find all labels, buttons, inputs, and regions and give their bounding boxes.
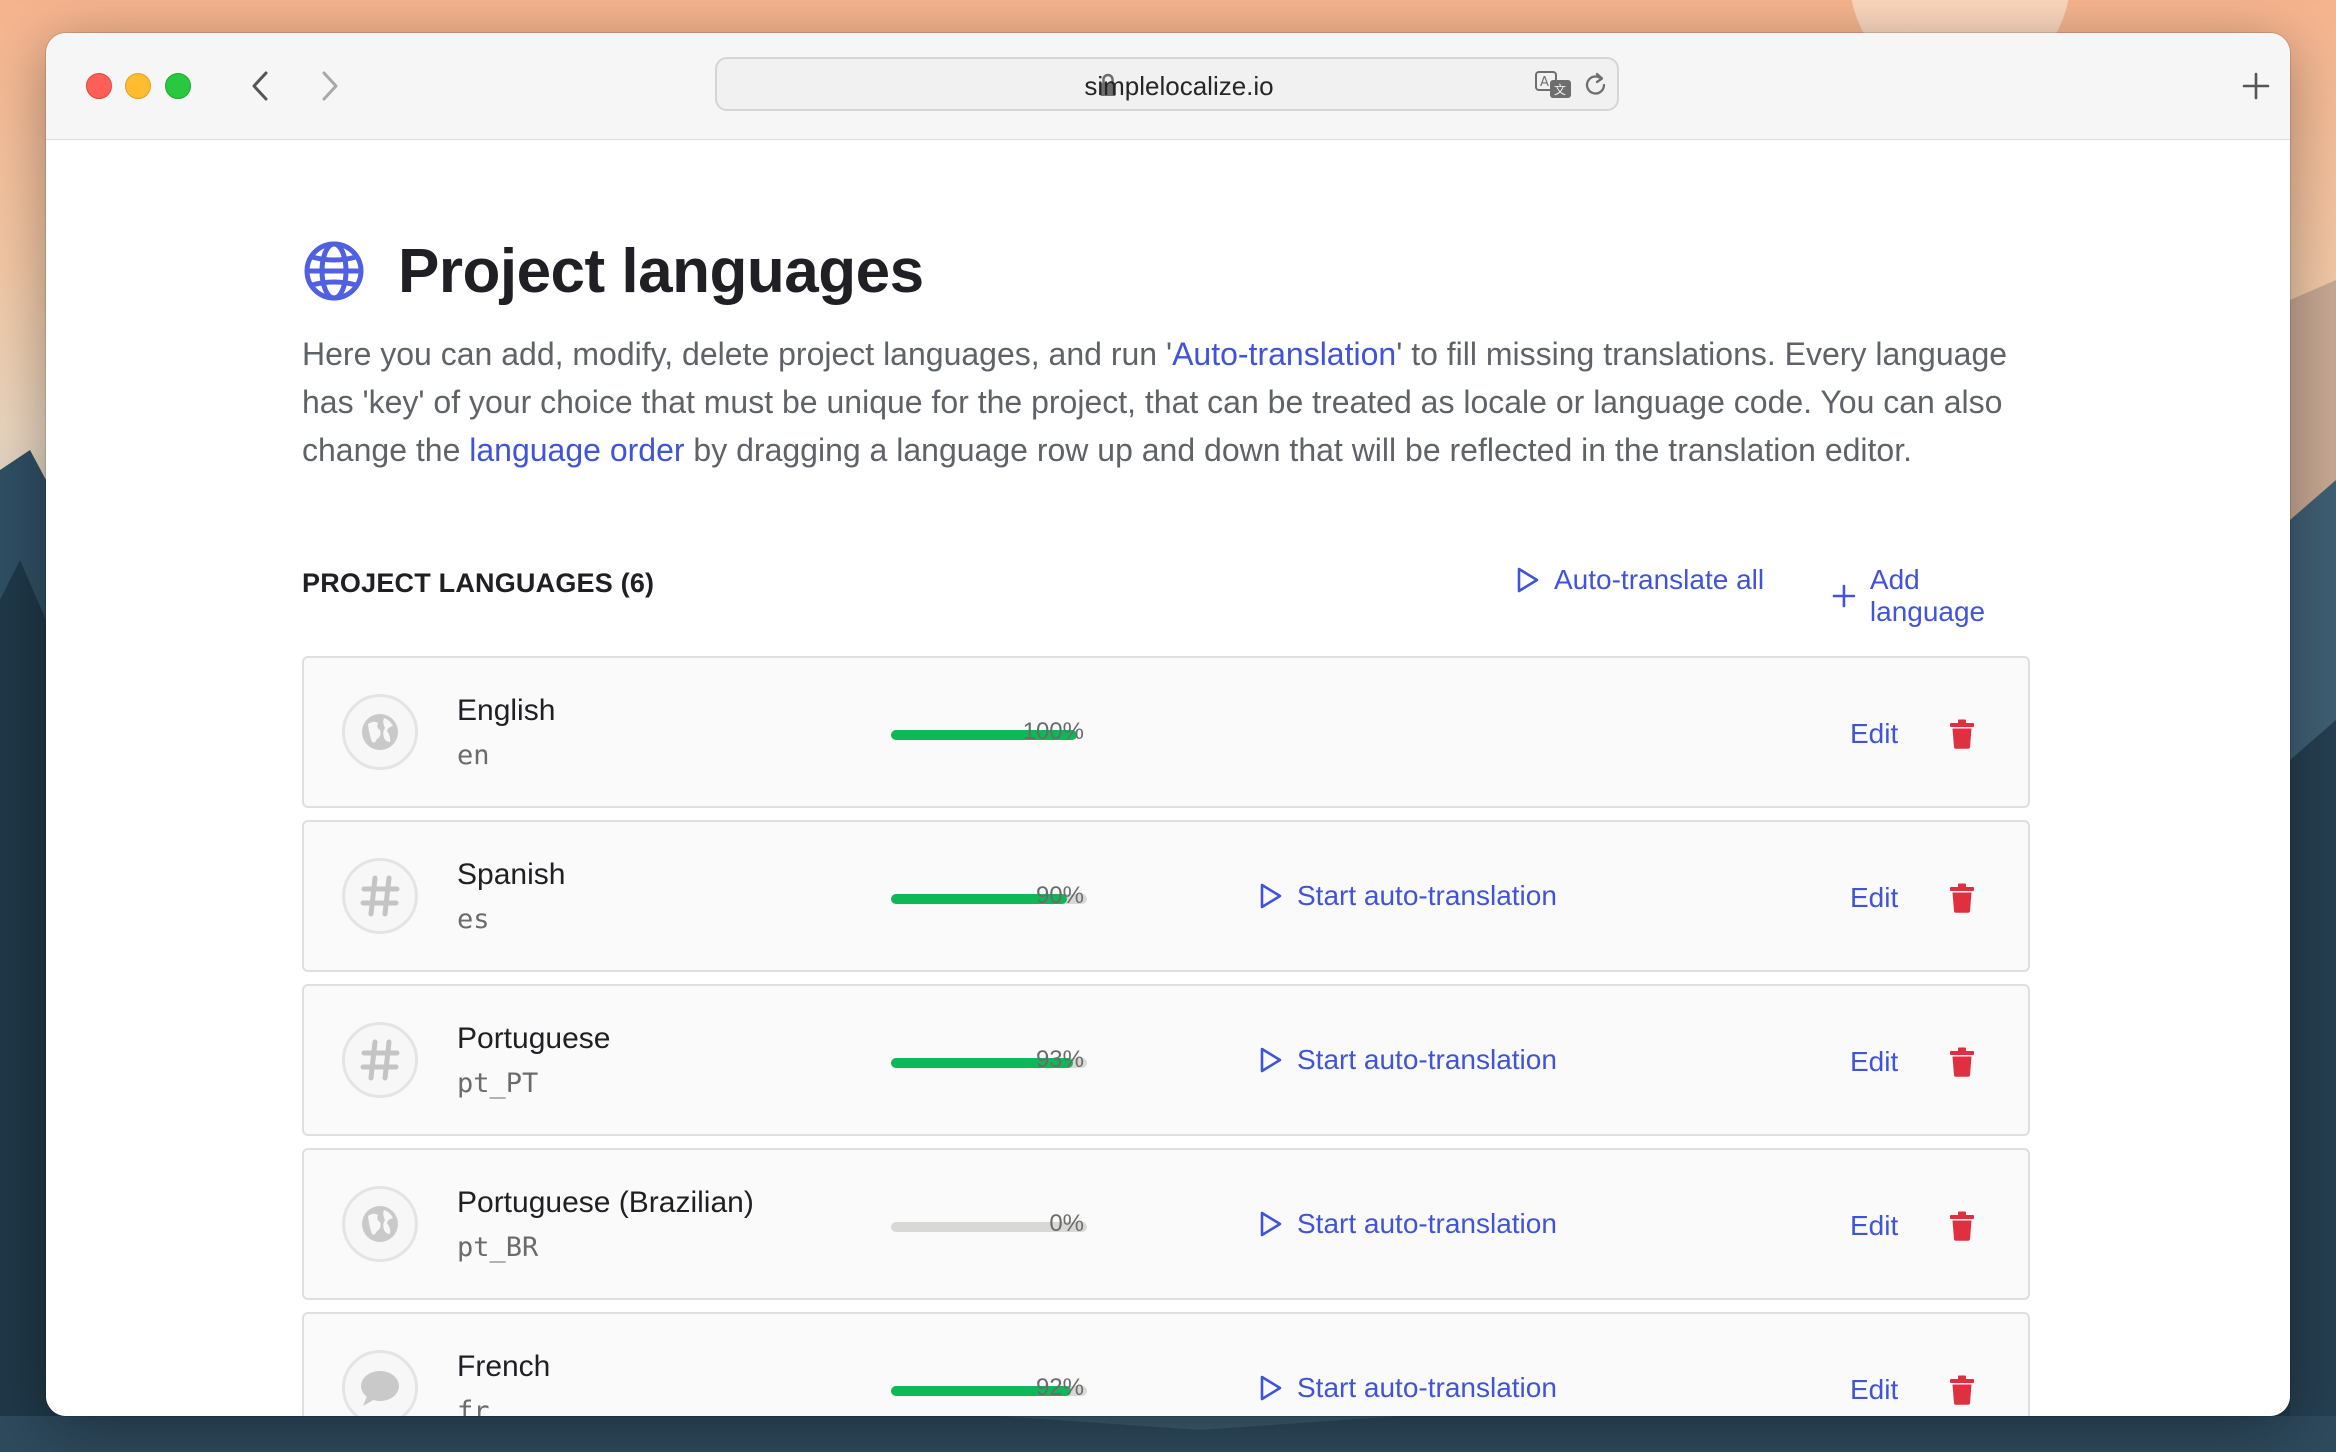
progress-percent: 0% (1049, 1210, 1084, 1237)
address-bar[interactable]: simplelocalize.io A 文 (715, 57, 1619, 111)
globe-icon (360, 712, 400, 752)
edit-language-button[interactable]: Edit (1850, 1210, 1898, 1242)
start-auto-translation-label: Start auto-translation (1297, 1208, 1557, 1239)
language-row[interactable]: French fr 92% Start auto-translation Edit (302, 1312, 2030, 1416)
add-language-label: Add language (1869, 564, 1986, 627)
language-avatar (342, 1022, 418, 1098)
progress-percent: 100% (1022, 718, 1084, 745)
page-content: Project languages Here you can add, modi… (46, 140, 2290, 1416)
zoom-window-button[interactable] (165, 73, 191, 99)
start-auto-translation-label: Start auto-translation (1297, 1044, 1557, 1075)
new-tab-button[interactable] (2236, 66, 2276, 106)
language-name: English (457, 694, 556, 727)
language-row[interactable]: English en 100% Edit (302, 656, 2030, 808)
auto-translate-all-button[interactable]: Auto-translate all (1516, 564, 1764, 596)
reload-icon[interactable] (1583, 71, 1609, 99)
hash-icon (360, 1039, 400, 1081)
progress-percent: 93% (1035, 1046, 1084, 1073)
page-header: Project languages (302, 226, 924, 316)
language-name: Portuguese (Brazilian) (457, 1186, 754, 1219)
trash-icon (1950, 883, 1974, 913)
svg-text:文: 文 (1554, 82, 1566, 97)
edit-language-button[interactable]: Edit (1850, 1046, 1898, 1078)
play-icon (1260, 1047, 1282, 1073)
language-code: es (457, 904, 490, 935)
progress-percent: 92% (1035, 1374, 1084, 1401)
chevron-right-icon (322, 71, 338, 101)
close-window-button[interactable] (86, 73, 112, 99)
plus-icon (2242, 72, 2270, 100)
language-row[interactable]: Portuguese (Brazilian) pt_BR 0% Start auto-… (302, 1148, 2030, 1300)
language-avatar (342, 858, 418, 934)
trash-icon (1950, 1211, 1974, 1241)
language-code: pt_PT (457, 1068, 539, 1099)
speech-bubble-icon (359, 1368, 401, 1408)
language-avatar (342, 1350, 418, 1416)
language-name: Portuguese (457, 1022, 611, 1055)
delete-language-button[interactable] (1946, 880, 1978, 916)
play-icon (1260, 1375, 1282, 1401)
language-avatar (342, 1186, 418, 1262)
trash-icon (1950, 1047, 1974, 1077)
start-auto-translation-button[interactable]: Start auto-translation (1259, 1372, 1557, 1404)
progress-percent: 90% (1035, 882, 1084, 909)
start-auto-translation-button[interactable]: Start auto-translation (1259, 880, 1557, 912)
section-title: PROJECT LANGUAGES (6) (302, 568, 655, 598)
svg-text:A: A (1540, 75, 1549, 90)
delete-language-button[interactable] (1946, 1372, 1978, 1408)
languages-section-header: PROJECT LANGUAGES (6) Auto-translate all… (302, 558, 2042, 627)
translate-icon[interactable]: A 文 (1535, 70, 1573, 100)
description-text: by dragging a language row up and down t… (684, 432, 1912, 468)
delete-language-button[interactable] (1946, 1044, 1978, 1080)
chevron-left-icon (252, 71, 268, 101)
back-button[interactable] (240, 66, 280, 106)
start-auto-translation-label: Start auto-translation (1297, 880, 1557, 911)
url-text: simplelocalize.io (1084, 71, 1274, 101)
browser-window: simplelocalize.io A 文 Project languages … (46, 33, 2290, 1416)
description-text: Here you can add, modify, delete project… (302, 336, 1173, 372)
edit-language-button[interactable]: Edit (1850, 1374, 1898, 1406)
minimize-window-button[interactable] (125, 73, 151, 99)
delete-language-button[interactable] (1946, 716, 1978, 752)
language-name: Spanish (457, 858, 566, 891)
add-language-button[interactable]: Add language (1832, 564, 2042, 628)
edit-language-button[interactable]: Edit (1850, 882, 1898, 914)
auto-translate-all-label: Auto-translate all (1554, 564, 1765, 595)
start-auto-translation-button[interactable]: Start auto-translation (1259, 1208, 1557, 1240)
page-description: Here you can add, modify, delete project… (302, 330, 2062, 474)
forward-button[interactable] (310, 66, 350, 106)
language-row[interactable]: Spanish es 90% Start auto-translation Edit (302, 820, 2030, 972)
language-code: pt_BR (457, 1232, 539, 1263)
trash-icon (1950, 719, 1974, 749)
start-auto-translation-label: Start auto-translation (1297, 1372, 1557, 1403)
page-title: Project languages (398, 236, 924, 306)
edit-language-button[interactable]: Edit (1850, 718, 1898, 750)
language-code: en (457, 740, 490, 771)
browser-toolbar: simplelocalize.io A 文 (46, 33, 2290, 140)
play-icon (1517, 567, 1539, 593)
plus-icon (1832, 584, 1856, 608)
language-name: French (457, 1350, 551, 1383)
play-icon (1260, 883, 1282, 909)
language-code: fr (457, 1396, 490, 1416)
language-avatar (342, 694, 418, 770)
play-icon (1260, 1211, 1282, 1237)
globe-icon (360, 1204, 400, 1244)
language-row[interactable]: Portuguese pt_PT 93% Start auto-translation… (302, 984, 2030, 1136)
auto-translation-link[interactable]: Auto-translation (1172, 336, 1396, 372)
globe-icon (304, 241, 364, 301)
trash-icon (1950, 1375, 1974, 1405)
start-auto-translation-button[interactable]: Start auto-translation (1259, 1044, 1557, 1076)
hash-icon (360, 875, 400, 917)
delete-language-button[interactable] (1946, 1208, 1978, 1244)
language-order-link[interactable]: language order (469, 432, 684, 468)
